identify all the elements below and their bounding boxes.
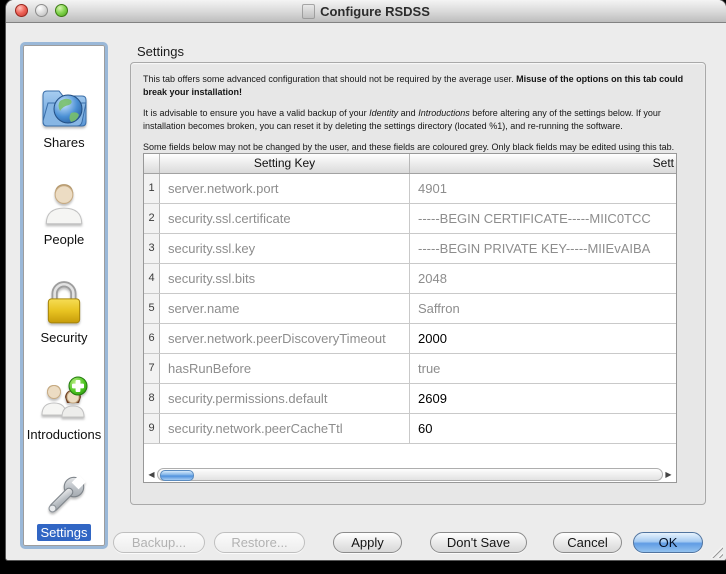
table-header: Setting Key Sett (144, 154, 676, 174)
row-number: 8 (144, 384, 160, 413)
setting-key-cell: security.ssl.certificate (160, 204, 410, 233)
scroll-right-arrow-icon[interactable]: ▶ (663, 467, 674, 482)
titlebar[interactable]: Configure RSDSS (6, 0, 726, 23)
setting-value-cell: true (410, 354, 676, 383)
warning-text: This tab offers some advanced configurat… (131, 63, 701, 154)
scrollbar-thumb[interactable] (160, 470, 194, 481)
row-number: 7 (144, 354, 160, 383)
row-number: 3 (144, 234, 160, 263)
column-header-setting-value[interactable]: Sett (410, 154, 676, 173)
cancel-button[interactable]: Cancel (553, 532, 622, 553)
sidebar-item-shares[interactable]: Shares (23, 53, 105, 151)
setting-value-cell[interactable]: 2000 (410, 324, 676, 353)
settings-table: Setting Key Sett 1server.network.port490… (143, 153, 677, 483)
table-row[interactable]: 9security.network.peerCacheTtl60 (144, 414, 676, 444)
table-row[interactable]: 4security.ssl.bits2048 (144, 264, 676, 294)
table-row[interactable]: 2security.ssl.certificate-----BEGIN CERT… (144, 204, 676, 234)
warning-paragraph-2: It is advisable to ensure you have a val… (143, 107, 691, 132)
sidebar-item-settings[interactable]: Settings (23, 443, 105, 541)
setting-key-cell: server.name (160, 294, 410, 323)
sidebar-label-people: People (44, 231, 84, 248)
restore-button[interactable]: Restore... (214, 532, 305, 553)
warning-paragraph-1: This tab offers some advanced configurat… (143, 73, 691, 98)
setting-key-cell: security.permissions.default (160, 384, 410, 413)
setting-key-cell: security.network.peerCacheTtl (160, 414, 410, 443)
sidebar-item-people[interactable]: People (23, 151, 105, 249)
apply-button[interactable]: Apply (333, 532, 402, 553)
table-body: 1server.network.port49012security.ssl.ce… (144, 174, 676, 444)
window-proxy-icon (302, 4, 315, 19)
setting-value-cell: Saffron (410, 294, 676, 323)
sidebar-item-introductions[interactable]: Introductions (23, 346, 105, 444)
setting-value-cell: 4901 (410, 174, 676, 203)
row-number: 1 (144, 174, 160, 203)
table-row[interactable]: 6server.network.peerDiscoveryTimeout2000 (144, 324, 676, 354)
group-title: Settings (137, 44, 184, 59)
sidebar-label-settings: Settings (37, 524, 92, 541)
setting-key-cell: server.network.port (160, 174, 410, 203)
sidebar-label-security: Security (41, 329, 88, 346)
table-row[interactable]: 7hasRunBeforetrue (144, 354, 676, 384)
row-number-header (144, 154, 160, 173)
resize-grip[interactable] (710, 545, 723, 558)
setting-key-cell: security.ssl.bits (160, 264, 410, 293)
setting-key-cell: hasRunBefore (160, 354, 410, 383)
person-icon (39, 180, 89, 230)
table-row[interactable]: 1server.network.port4901 (144, 174, 676, 204)
setting-value-cell[interactable]: 60 (410, 414, 676, 443)
row-number: 4 (144, 264, 160, 293)
setting-value-cell: -----BEGIN CERTIFICATE-----MIIC0TCC (410, 204, 676, 233)
setting-value-cell: -----BEGIN PRIVATE KEY-----MIIEvAIBA (410, 234, 676, 263)
row-number: 5 (144, 294, 160, 323)
wrench-icon (38, 471, 90, 523)
table-row[interactable]: 5server.nameSaffron (144, 294, 676, 324)
setting-value-cell[interactable]: 2609 (410, 384, 676, 413)
dont-save-button[interactable]: Don't Save (430, 532, 527, 553)
table-row[interactable]: 8security.permissions.default2609 (144, 384, 676, 414)
configure-rsdss-window: Configure RSDSS (6, 0, 726, 560)
sidebar: Shares People (20, 42, 108, 549)
settings-groupbox: This tab offers some advanced configurat… (130, 62, 706, 505)
row-number: 6 (144, 324, 160, 353)
setting-key-cell: server.network.peerDiscoveryTimeout (160, 324, 410, 353)
horizontal-scrollbar[interactable]: ◀ ▶ (144, 466, 676, 482)
row-number: 2 (144, 204, 160, 233)
window-content: Shares People (6, 22, 726, 560)
column-header-setting-key[interactable]: Setting Key (160, 154, 410, 173)
backup-button[interactable]: Backup... (113, 532, 205, 553)
sidebar-item-security[interactable]: Security (23, 248, 105, 346)
sidebar-label-introductions: Introductions (27, 426, 101, 443)
row-number: 9 (144, 414, 160, 443)
people-add-icon (38, 375, 90, 425)
ok-button[interactable]: OK (633, 532, 703, 553)
setting-key-cell: security.ssl.key (160, 234, 410, 263)
scroll-left-arrow-icon[interactable]: ◀ (146, 467, 157, 482)
scrollbar-track[interactable] (157, 468, 663, 481)
setting-value-cell: 2048 (410, 264, 676, 293)
shares-folder-globe-icon (38, 83, 90, 133)
sidebar-label-shares: Shares (43, 134, 84, 151)
table-row[interactable]: 3security.ssl.key-----BEGIN PRIVATE KEY-… (144, 234, 676, 264)
padlock-icon (39, 278, 89, 328)
title-area: Configure RSDSS (6, 0, 726, 22)
window-title: Configure RSDSS (320, 4, 430, 19)
